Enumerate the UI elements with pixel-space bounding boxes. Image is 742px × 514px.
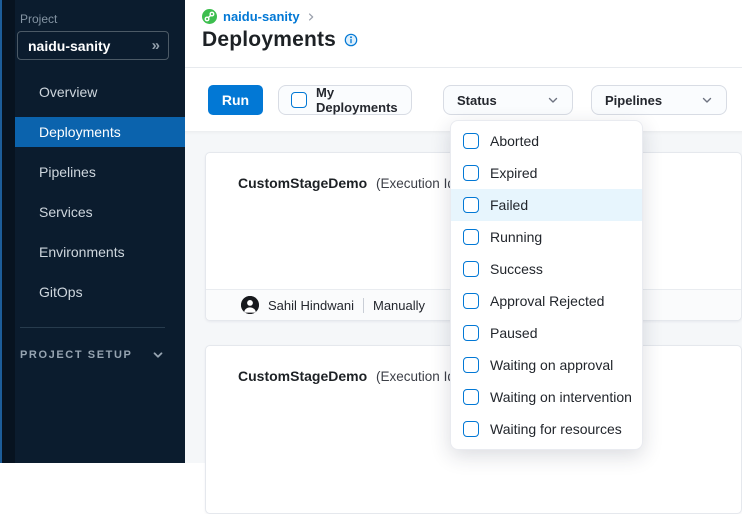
project-setup-toggle[interactable]: PROJECT SETUP — [20, 349, 164, 361]
author-name: Sahil Hindwani — [268, 298, 354, 313]
header-divider — [185, 67, 742, 68]
status-option-checkbox[interactable] — [463, 389, 479, 405]
sidebar-nav: Overview Deployments Pipelines Services … — [15, 77, 185, 317]
status-option-paused[interactable]: Paused — [451, 317, 642, 349]
status-option-checkbox[interactable] — [463, 325, 479, 341]
status-option-running[interactable]: Running — [451, 221, 642, 253]
sidebar-item-pipelines[interactable]: Pipelines — [15, 157, 185, 187]
sidebar-item-environments[interactable]: Environments — [15, 237, 185, 267]
status-option-checkbox[interactable] — [463, 229, 479, 245]
status-option-checkbox[interactable] — [463, 293, 479, 309]
pipelines-filter-dropdown[interactable]: Pipelines — [591, 85, 727, 115]
status-option-waiting-on-approval[interactable]: Waiting on approval — [451, 349, 642, 381]
title-row: Deployments — [202, 28, 358, 52]
sidebar-item-deployments[interactable]: Deployments — [15, 117, 185, 147]
status-option-checkbox[interactable] — [463, 133, 479, 149]
chevron-down-icon — [152, 349, 164, 361]
status-option-expired[interactable]: Expired — [451, 157, 642, 189]
project-selector[interactable]: naidu-sanity » — [17, 31, 169, 60]
status-filter-dropdown[interactable]: Status — [443, 85, 573, 115]
avatar — [241, 296, 259, 314]
execution-id-text: (Execution Id — [376, 176, 455, 191]
status-option-aborted[interactable]: Aborted — [451, 125, 642, 157]
project-selector-value: naidu-sanity — [28, 38, 152, 54]
page-title: Deployments — [202, 28, 336, 52]
pipeline-name: CustomStageDemo — [238, 368, 367, 384]
expand-project-icon[interactable]: » — [152, 37, 158, 54]
footer-divider — [363, 298, 364, 313]
chevron-down-icon — [701, 94, 713, 106]
sidebar-divider — [20, 327, 165, 328]
status-filter-label: Status — [457, 93, 497, 108]
sidebar-item-overview[interactable]: Overview — [15, 77, 185, 107]
cd-module-icon — [202, 9, 217, 24]
pipelines-filter-label: Pipelines — [605, 93, 662, 108]
trigger-type: Manually — [373, 298, 425, 313]
status-filter-menu: Aborted Expired Failed Running Success A… — [450, 120, 643, 450]
breadcrumb-project-link[interactable]: naidu-sanity — [223, 9, 300, 24]
module-rail — [0, 0, 15, 463]
run-button[interactable]: Run — [208, 85, 263, 115]
my-deployments-checkbox[interactable] — [291, 92, 307, 108]
status-option-waiting-for-resources[interactable]: Waiting for resources — [451, 413, 642, 445]
execution-id-text: (Execution Id — [376, 369, 455, 384]
project-setup-label: PROJECT SETUP — [20, 349, 133, 361]
sidebar: Project naidu-sanity » Overview Deployme… — [0, 0, 185, 463]
status-option-checkbox[interactable] — [463, 357, 479, 373]
project-label: Project — [20, 12, 57, 26]
pipeline-name: CustomStageDemo — [238, 175, 367, 191]
my-deployments-filter[interactable]: My Deployments — [278, 85, 412, 115]
status-option-checkbox[interactable] — [463, 421, 479, 437]
chevron-right-icon — [306, 12, 316, 22]
status-option-failed[interactable]: Failed — [451, 189, 642, 221]
status-option-checkbox[interactable] — [463, 165, 479, 181]
breadcrumb: naidu-sanity — [202, 9, 316, 24]
status-option-waiting-on-intervention[interactable]: Waiting on intervention — [451, 381, 642, 413]
status-option-approval-rejected[interactable]: Approval Rejected — [451, 285, 642, 317]
info-icon[interactable] — [344, 33, 358, 47]
sidebar-item-services[interactable]: Services — [15, 197, 185, 227]
sidebar-item-gitops[interactable]: GitOps — [15, 277, 185, 307]
status-option-success[interactable]: Success — [451, 253, 642, 285]
my-deployments-label: My Deployments — [316, 85, 399, 115]
chevron-down-icon — [547, 94, 559, 106]
status-option-checkbox[interactable] — [463, 261, 479, 277]
status-option-checkbox[interactable] — [463, 197, 479, 213]
